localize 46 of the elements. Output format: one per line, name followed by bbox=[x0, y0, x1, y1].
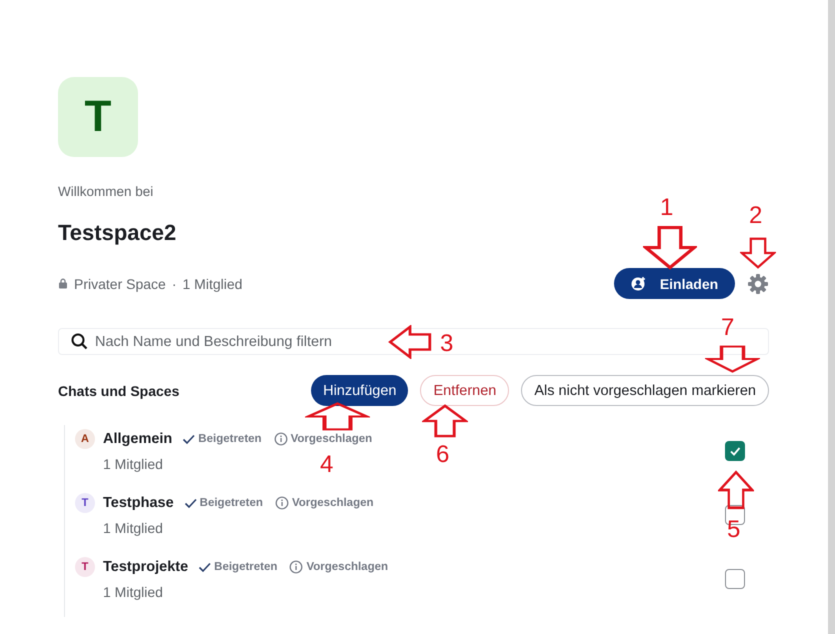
room-name[interactable]: Testprojekte bbox=[103, 559, 188, 575]
member-count: 1 Mitglied bbox=[182, 276, 242, 292]
annotation-number: 6 bbox=[436, 443, 450, 467]
suggested-label: Vorgeschlagen bbox=[292, 497, 374, 509]
section-title: Chats und Spaces bbox=[58, 382, 180, 398]
joined-label: Beigetreten bbox=[214, 561, 278, 573]
annotation-number: 4 bbox=[320, 453, 334, 477]
room-name[interactable]: Testphase bbox=[103, 495, 174, 511]
joined-label: Beigetreten bbox=[200, 497, 263, 509]
space-avatar: T bbox=[58, 77, 138, 157]
member-count: 1 Mitglied bbox=[103, 520, 163, 536]
avatar: T bbox=[75, 493, 95, 513]
arrow-down-icon bbox=[643, 225, 697, 270]
invite-button[interactable]: Einladen bbox=[614, 268, 735, 299]
remove-button[interactable]: Entfernen bbox=[420, 375, 510, 406]
search-icon bbox=[71, 333, 88, 350]
annotation-number: 1 bbox=[660, 196, 674, 220]
avatar: T bbox=[75, 557, 95, 577]
separator: · bbox=[172, 276, 176, 292]
arrow-down-icon bbox=[740, 237, 776, 269]
arrow-up-icon bbox=[305, 402, 370, 431]
mark-button[interactable]: Als nicht vorgeschlagen markieren bbox=[521, 375, 769, 406]
arrow-left-icon bbox=[388, 325, 432, 359]
member-count: 1 Mitglied bbox=[103, 584, 163, 600]
joined-label: Beigetreten bbox=[198, 433, 262, 445]
avatar: A bbox=[75, 429, 95, 449]
privacy-label: Privater Space bbox=[74, 276, 166, 292]
arrow-up-icon bbox=[422, 404, 468, 438]
room-name[interactable]: Allgemein bbox=[103, 431, 172, 447]
suggested-label: Vorgeschlagen bbox=[290, 433, 372, 445]
settings-icon[interactable] bbox=[747, 272, 769, 294]
annotation-number: 3 bbox=[440, 332, 454, 356]
space-title: Testspace2 bbox=[58, 219, 178, 247]
checkbox[interactable] bbox=[725, 441, 745, 461]
annotation-number: 2 bbox=[749, 204, 762, 228]
lock-icon bbox=[58, 278, 68, 289]
arrow-up-icon bbox=[718, 470, 754, 510]
annotation-number: 5 bbox=[727, 518, 740, 542]
checkbox[interactable] bbox=[725, 569, 745, 589]
scrollbar[interactable] bbox=[828, 0, 835, 634]
add-button[interactable]: Hinzufügen bbox=[311, 375, 408, 406]
add-user-icon bbox=[630, 276, 646, 291]
member-count: 1 Mitglied bbox=[103, 456, 163, 472]
arrow-down-icon bbox=[705, 345, 760, 373]
welcome-text: Willkommen bei bbox=[58, 184, 154, 200]
suggested-label: Vorgeschlagen bbox=[306, 561, 388, 573]
